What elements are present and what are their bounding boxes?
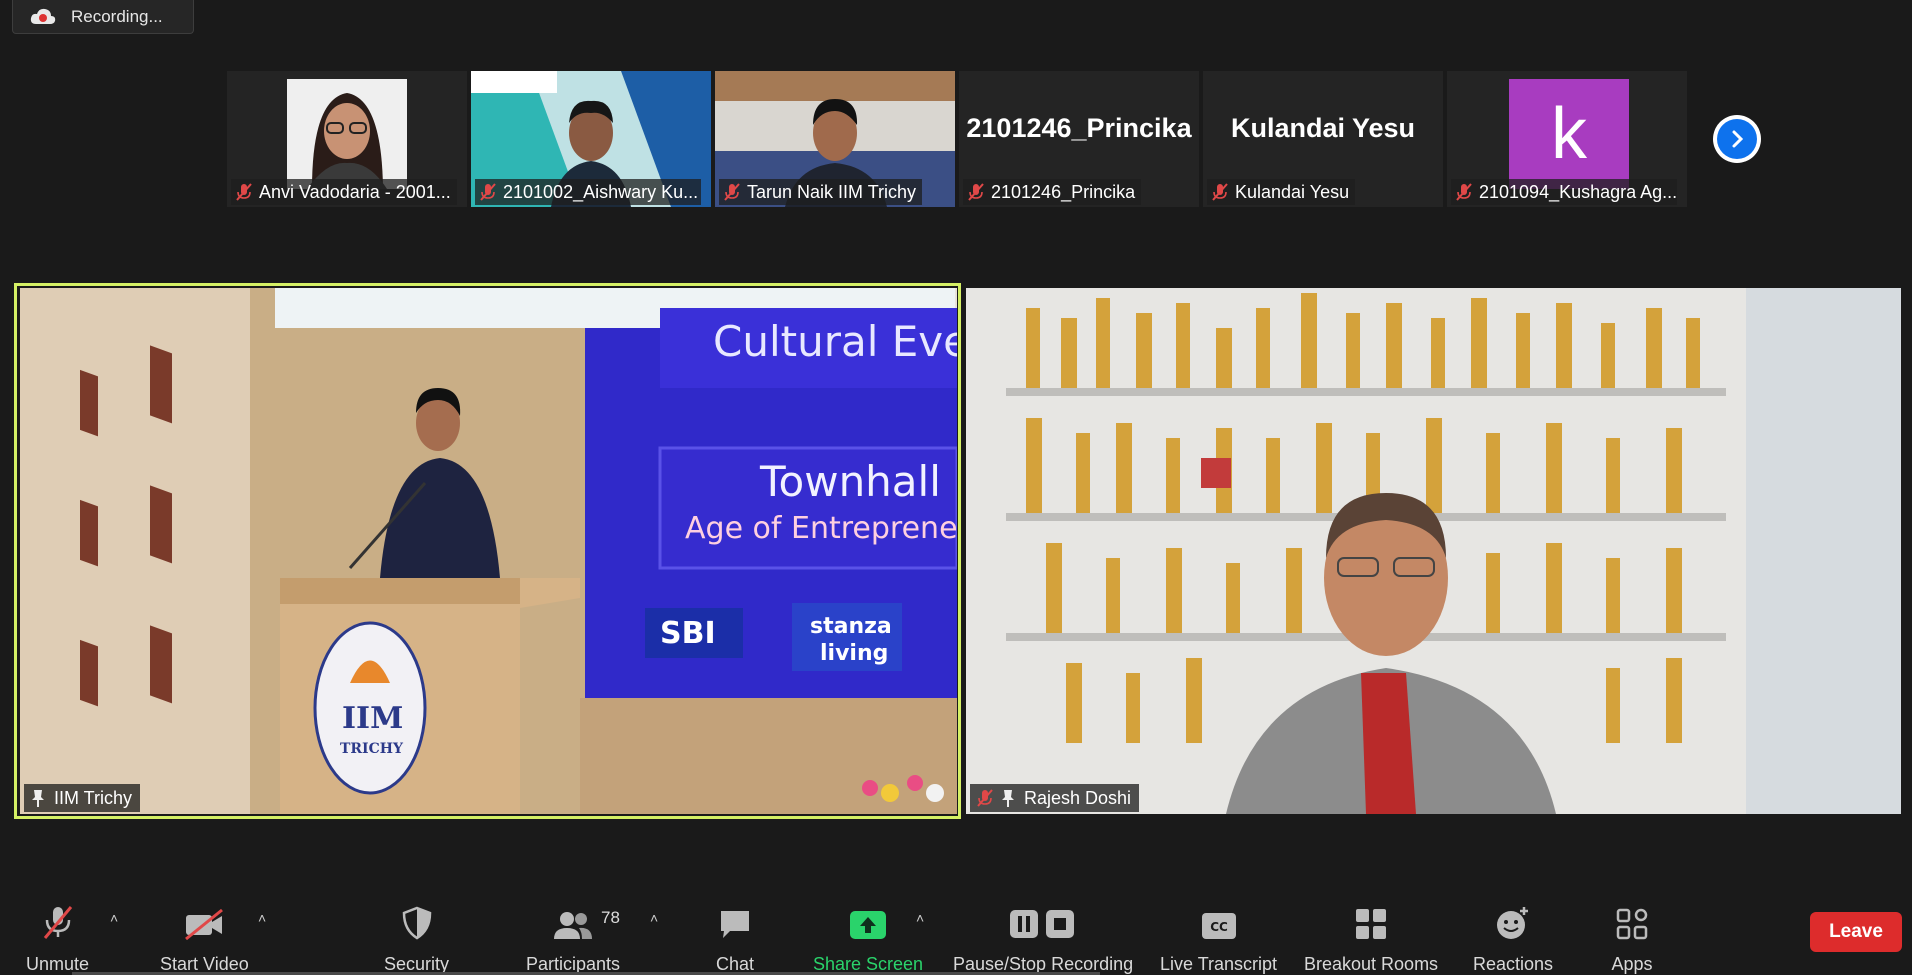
participant-name: Anvi Vadodaria - 2001... (259, 181, 451, 202)
participant-name-plate: Tarun Naik IIM Trichy (719, 179, 923, 205)
video-name: IIM Trichy (54, 787, 133, 808)
mic-muted-icon (724, 183, 740, 201)
meeting-toolbar: Unmute ˄ Start Video ˄ Security Particip… (0, 880, 1912, 975)
slide-text: Townhall (759, 457, 941, 506)
apps-button[interactable]: Apps (1602, 880, 1662, 975)
slide-logo: stanza (810, 614, 892, 639)
participant-tile[interactable]: 2101002_Aishwary Ku... (471, 71, 711, 207)
mic-muted-icon (236, 183, 252, 201)
cc-icon: CC (1201, 913, 1236, 939)
participant-name-plate: 2101002_Aishwary Ku... (475, 179, 701, 205)
pause-stop-icon (1010, 910, 1075, 938)
participant-name-plate: Kulandai Yesu (1207, 179, 1356, 205)
live-transcript-label: Live Transcript (1160, 954, 1278, 974)
participant-tile[interactable]: 2101246_Princika 2101246_Princika (959, 71, 1199, 207)
participant-display-name: Kulandai Yesu (1230, 113, 1416, 143)
slide-text: Age of Entrepreneu (685, 511, 957, 546)
share-screen-icon (850, 911, 887, 939)
participant-video (287, 79, 407, 189)
podium-logo: TRICHY (340, 741, 404, 757)
participant-name-plate: 2101094_Kushagra Ag... (1451, 179, 1677, 205)
video-off-icon (185, 908, 224, 940)
participant-tile[interactable]: Anvi Vadodaria - 2001... (227, 71, 467, 207)
recording-indicator[interactable]: Recording... (12, 0, 194, 34)
audio-options-caret[interactable]: ˄ (110, 910, 118, 926)
participant-name-plate: 2101246_Princika (963, 179, 1142, 205)
video-feed (966, 288, 1901, 814)
cloud-recording-icon (30, 8, 56, 24)
participant-avatar: k (1509, 79, 1629, 189)
participant-name: Kulandai Yesu (1235, 181, 1350, 202)
share-screen-button[interactable]: Share Screen (813, 880, 923, 975)
mic-muted-icon (1212, 183, 1228, 201)
slide-logo: SBI (660, 616, 716, 651)
next-page-button[interactable] (1713, 115, 1761, 163)
shield-icon (402, 906, 431, 940)
chevron-right-icon (1732, 130, 1744, 148)
mic-muted-icon (977, 789, 993, 807)
video-name-plate: IIM Trichy (24, 784, 141, 812)
participant-tile[interactable]: Kulandai Yesu Kulandai Yesu (1203, 71, 1443, 207)
reactions-label: Reactions (1473, 954, 1554, 974)
breakout-rooms-label: Breakout Rooms (1304, 954, 1439, 974)
participant-tile[interactable]: k 2101094_Kushagra Ag... (1447, 71, 1687, 207)
unmute-button[interactable]: Unmute (26, 880, 89, 975)
mic-muted-icon (1456, 183, 1472, 201)
participant-display-name: 2101246_Princika (966, 113, 1192, 143)
participant-name-plate: Anvi Vadodaria - 2001... (231, 179, 457, 205)
cc-badge-text: CC (1210, 920, 1228, 934)
reactions-icon (1497, 907, 1529, 939)
apps-label: Apps (1611, 954, 1653, 974)
main-video-iim-trichy[interactable]: Cultural Even Townhall Age of Entreprene… (20, 288, 957, 814)
participants-count: 78 (601, 908, 620, 927)
participant-name: 2101002_Aishwary Ku... (503, 181, 699, 202)
mic-muted-icon (480, 183, 496, 201)
participant-name: Tarun Naik IIM Trichy (747, 181, 917, 202)
pin-icon (1002, 790, 1014, 807)
leave-button[interactable]: Leave (1810, 912, 1902, 952)
apps-icon (1616, 908, 1648, 940)
recording-label: Recording... (71, 6, 163, 26)
participants-options-caret[interactable]: ˄ (650, 910, 658, 926)
participant-tile[interactable]: Tarun Naik IIM Trichy (715, 71, 955, 207)
video-options-caret[interactable]: ˄ (258, 910, 266, 926)
mic-muted-icon (968, 183, 984, 201)
participants-icon (554, 912, 593, 939)
security-button[interactable]: Security (384, 880, 449, 975)
video-name-plate: Rajesh Doshi (970, 784, 1140, 812)
breakout-rooms-button[interactable]: Breakout Rooms (1304, 880, 1438, 975)
chat-icon (721, 911, 749, 938)
video-feed: Cultural Even Townhall Age of Entreprene… (20, 288, 957, 814)
mic-muted-icon (43, 906, 72, 939)
chat-button[interactable]: Chat (705, 880, 765, 975)
slide-logo: living (820, 641, 888, 666)
participant-strip: Anvi Vadodaria - 2001... 2101002_Aishwar… (227, 71, 1687, 207)
podium-logo: IIM (342, 701, 403, 736)
start-video-button[interactable]: Start Video (160, 880, 249, 975)
pin-icon (32, 790, 44, 807)
breakout-rooms-icon (1356, 909, 1387, 939)
pause-stop-recording-button[interactable]: Pause/Stop Recording (953, 880, 1133, 975)
live-transcript-button[interactable]: CC Live Transcript (1160, 880, 1277, 975)
participant-name: 2101094_Kushagra Ag... (1479, 181, 1677, 202)
video-name: Rajesh Doshi (1024, 787, 1132, 808)
main-video-rajesh-doshi[interactable]: Rajesh Doshi (966, 288, 1901, 814)
reactions-button[interactable]: Reactions (1473, 880, 1553, 975)
share-options-caret[interactable]: ˄ (916, 910, 924, 926)
slide-text: Cultural Even (713, 317, 957, 366)
participant-name: 2101246_Princika (991, 181, 1136, 202)
